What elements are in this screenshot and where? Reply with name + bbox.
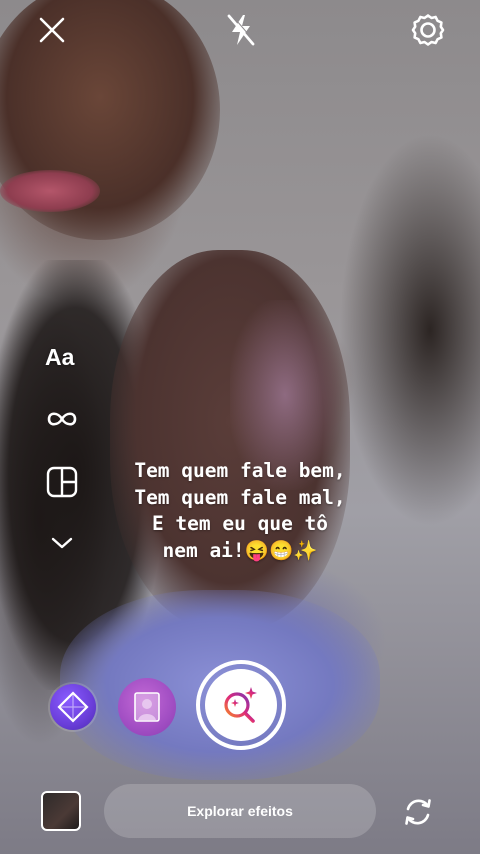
camera-flip-icon[interactable]	[400, 794, 436, 830]
search-sparkle-icon	[205, 669, 277, 741]
chevron-down-icon[interactable]	[48, 532, 76, 554]
capture-button[interactable]	[196, 660, 286, 750]
infinity-icon[interactable]	[44, 406, 80, 432]
flash-off-icon[interactable]	[224, 12, 258, 48]
caption-line: Tem quem fale mal,	[134, 485, 346, 509]
create-text-tool[interactable]: Aa	[45, 344, 74, 371]
gear-icon[interactable]	[410, 12, 446, 48]
prism-effect-icon[interactable]	[50, 684, 96, 730]
caption-line: E tem eu que tô	[151, 512, 329, 535]
explore-effects-button[interactable]: Explorar efeitos	[104, 784, 376, 838]
story-caption-text[interactable]: Tem quem fale bem, Tem quem fale mal, E …	[100, 458, 380, 564]
layout-grid-icon[interactable]	[44, 464, 80, 500]
caption-line: nem ai!😝😁✨	[162, 538, 318, 562]
close-icon[interactable]	[36, 14, 68, 46]
caption-line: Tem quem fale bem,	[134, 459, 346, 482]
portrait-effect-icon[interactable]	[118, 678, 176, 736]
preview-lips	[0, 170, 100, 212]
explore-effects-label: Explorar efeitos	[187, 803, 293, 819]
gallery-thumbnail[interactable]	[41, 791, 81, 831]
